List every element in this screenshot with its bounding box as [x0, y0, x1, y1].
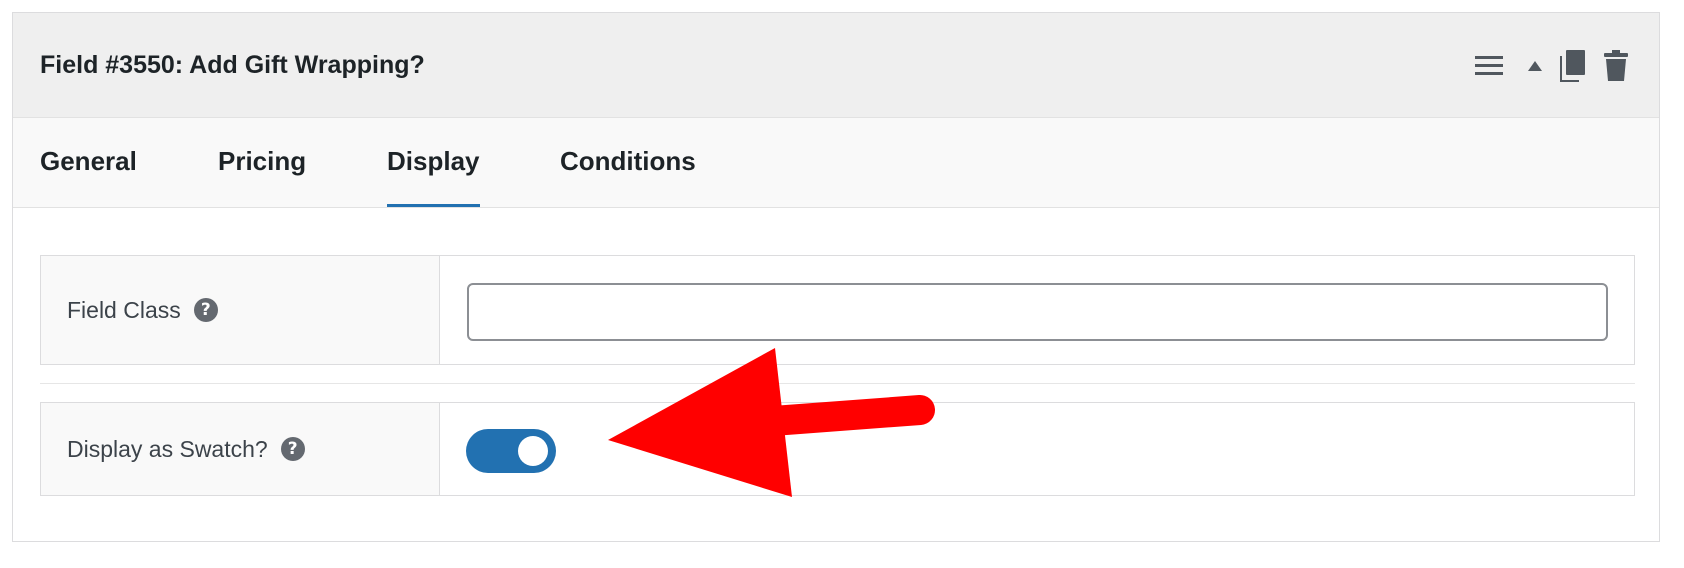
field-panel: Field #3550: Add Gift Wrapping? General … — [12, 12, 1660, 542]
header-actions — [1473, 13, 1629, 118]
display-swatch-toggle[interactable] — [466, 429, 556, 473]
toggle-knob — [518, 436, 548, 466]
row-divider — [40, 383, 1635, 384]
tab-content: Field Class ? Display as Swatch? ? — [13, 208, 1659, 541]
field-class-label: Field Class — [67, 296, 181, 323]
duplicate-icon[interactable] — [1557, 46, 1587, 86]
collapse-arrow-icon[interactable] — [1525, 46, 1545, 86]
help-icon[interactable]: ? — [280, 437, 305, 461]
tab-display[interactable]: Display — [387, 118, 480, 207]
tab-conditions[interactable]: Conditions — [560, 118, 696, 207]
display-swatch-label-cell: Display as Swatch? ? — [41, 403, 440, 495]
panel-title: Field #3550: Add Gift Wrapping? — [40, 51, 425, 79]
display-swatch-label: Display as Swatch? — [67, 435, 268, 462]
field-class-label-cell: Field Class ? — [41, 256, 440, 364]
display-swatch-row: Display as Swatch? ? — [40, 402, 1635, 496]
field-class-row: Field Class ? — [40, 255, 1635, 365]
menu-icon[interactable] — [1473, 46, 1505, 86]
tab-pricing[interactable]: Pricing — [218, 118, 306, 207]
panel-header: Field #3550: Add Gift Wrapping? — [13, 13, 1659, 118]
help-icon[interactable]: ? — [193, 298, 218, 322]
tab-general[interactable]: General — [40, 118, 137, 207]
tabs-bar: General Pricing Display Conditions — [13, 118, 1659, 208]
trash-icon[interactable] — [1603, 46, 1629, 86]
field-class-input[interactable] — [467, 283, 1608, 341]
